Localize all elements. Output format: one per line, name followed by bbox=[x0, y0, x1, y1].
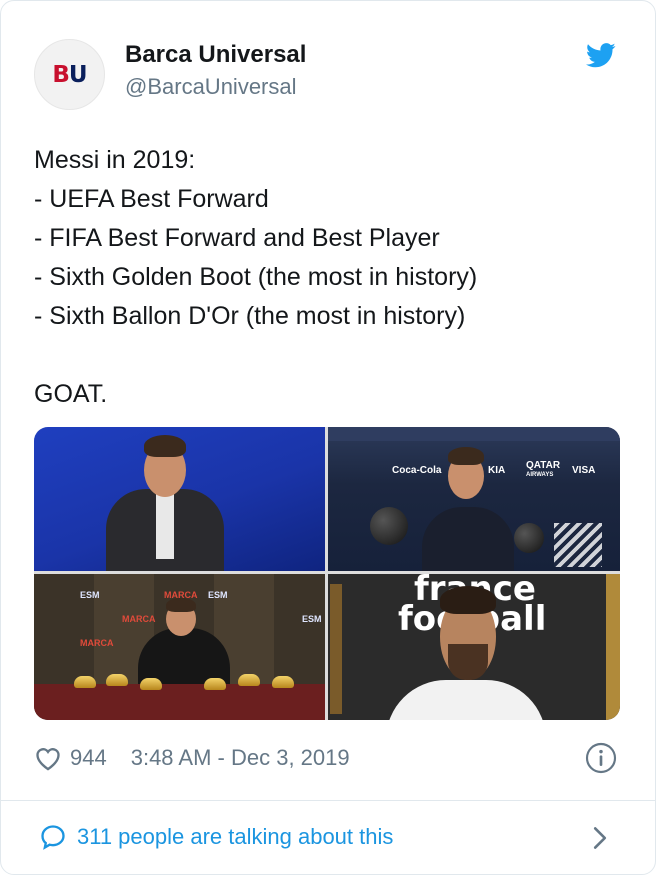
tweet-card: BU Barca Universal @BarcaUniversal Messi… bbox=[0, 0, 656, 875]
player-hair bbox=[166, 598, 196, 612]
heart-icon[interactable] bbox=[34, 745, 62, 771]
conversation-count-label: 311 people are talking about this bbox=[77, 824, 394, 849]
gold-border bbox=[606, 574, 620, 720]
tweet-line: - FIFA Best Forward and Best Player bbox=[34, 224, 440, 252]
award-backdrop bbox=[554, 523, 602, 567]
banner-text: ESM bbox=[80, 590, 100, 600]
player-shirt bbox=[156, 489, 174, 559]
tweet-meta: 944 3:48 AM - Dec 3, 2019 bbox=[34, 742, 350, 774]
sponsor-logo: AIRWAYS bbox=[526, 472, 554, 478]
media-photo-1[interactable] bbox=[34, 427, 325, 571]
tweet-text: Messi in 2019: - UEFA Best Forward - FIF… bbox=[34, 141, 624, 414]
media-grid: Coca-Cola KIA QATAR AIRWAYS VISA ESM MAR… bbox=[34, 427, 620, 720]
info-icon[interactable] bbox=[585, 742, 617, 774]
media-photo-2[interactable]: Coca-Cola KIA QATAR AIRWAYS VISA bbox=[328, 427, 620, 571]
sponsor-logo: VISA bbox=[572, 465, 596, 476]
user-handle[interactable]: @BarcaUniversal bbox=[125, 74, 297, 100]
tweet-line: Messi in 2019: bbox=[34, 146, 196, 174]
sponsor-logo: Coca-Cola bbox=[392, 465, 442, 476]
conversation-link[interactable]: 311 people are talking about this bbox=[39, 821, 393, 853]
avatar[interactable]: BU bbox=[34, 39, 105, 110]
tweet-line: - UEFA Best Forward bbox=[34, 185, 269, 213]
banner-text: ESM bbox=[302, 614, 322, 624]
golden-boot bbox=[74, 676, 96, 688]
tweet-line-break bbox=[34, 336, 624, 375]
player-hair bbox=[144, 435, 186, 457]
trophy-left bbox=[370, 507, 408, 545]
stage-top bbox=[328, 427, 620, 441]
golden-boot bbox=[238, 674, 260, 686]
golden-boot bbox=[272, 676, 294, 688]
media-photo-4[interactable]: france football bbox=[328, 574, 620, 720]
sponsor-logo: KIA bbox=[488, 465, 506, 476]
player-suit bbox=[422, 507, 514, 571]
player-shirt bbox=[386, 680, 546, 720]
banner-text: MARCA bbox=[122, 614, 156, 624]
avatar-logo: BU bbox=[52, 61, 87, 88]
tweet-line: - Sixth Golden Boot (the most in history… bbox=[34, 263, 478, 291]
trophy-right bbox=[514, 523, 544, 553]
divider bbox=[1, 800, 656, 801]
magazine-spine bbox=[330, 584, 342, 714]
display-table bbox=[34, 684, 325, 720]
player-hair bbox=[448, 447, 484, 465]
tweet-timestamp[interactable]: 3:48 AM - Dec 3, 2019 bbox=[131, 745, 350, 771]
player-beard bbox=[448, 644, 488, 680]
magazine-title: france football bbox=[398, 574, 620, 636]
chevron-right-icon[interactable] bbox=[592, 826, 608, 850]
speech-bubble-icon bbox=[41, 825, 65, 850]
display-name[interactable]: Barca Universal bbox=[125, 41, 306, 69]
sponsor-logo: QATAR bbox=[526, 460, 561, 471]
golden-boot bbox=[106, 674, 128, 686]
golden-boot bbox=[204, 678, 226, 690]
twitter-bird-icon[interactable] bbox=[586, 43, 616, 68]
tweet-line: - Sixth Ballon D'Or (the most in history… bbox=[34, 302, 466, 330]
banner-text: MARCA bbox=[80, 638, 114, 648]
banner-text: ESM bbox=[208, 590, 228, 600]
player-hair bbox=[440, 586, 496, 614]
golden-boot bbox=[140, 678, 162, 690]
media-photo-3[interactable]: ESM MARCA ESM MARCA ESM MARCA bbox=[34, 574, 325, 720]
tweet-line: GOAT. bbox=[34, 380, 108, 408]
like-count[interactable]: 944 bbox=[70, 745, 107, 771]
